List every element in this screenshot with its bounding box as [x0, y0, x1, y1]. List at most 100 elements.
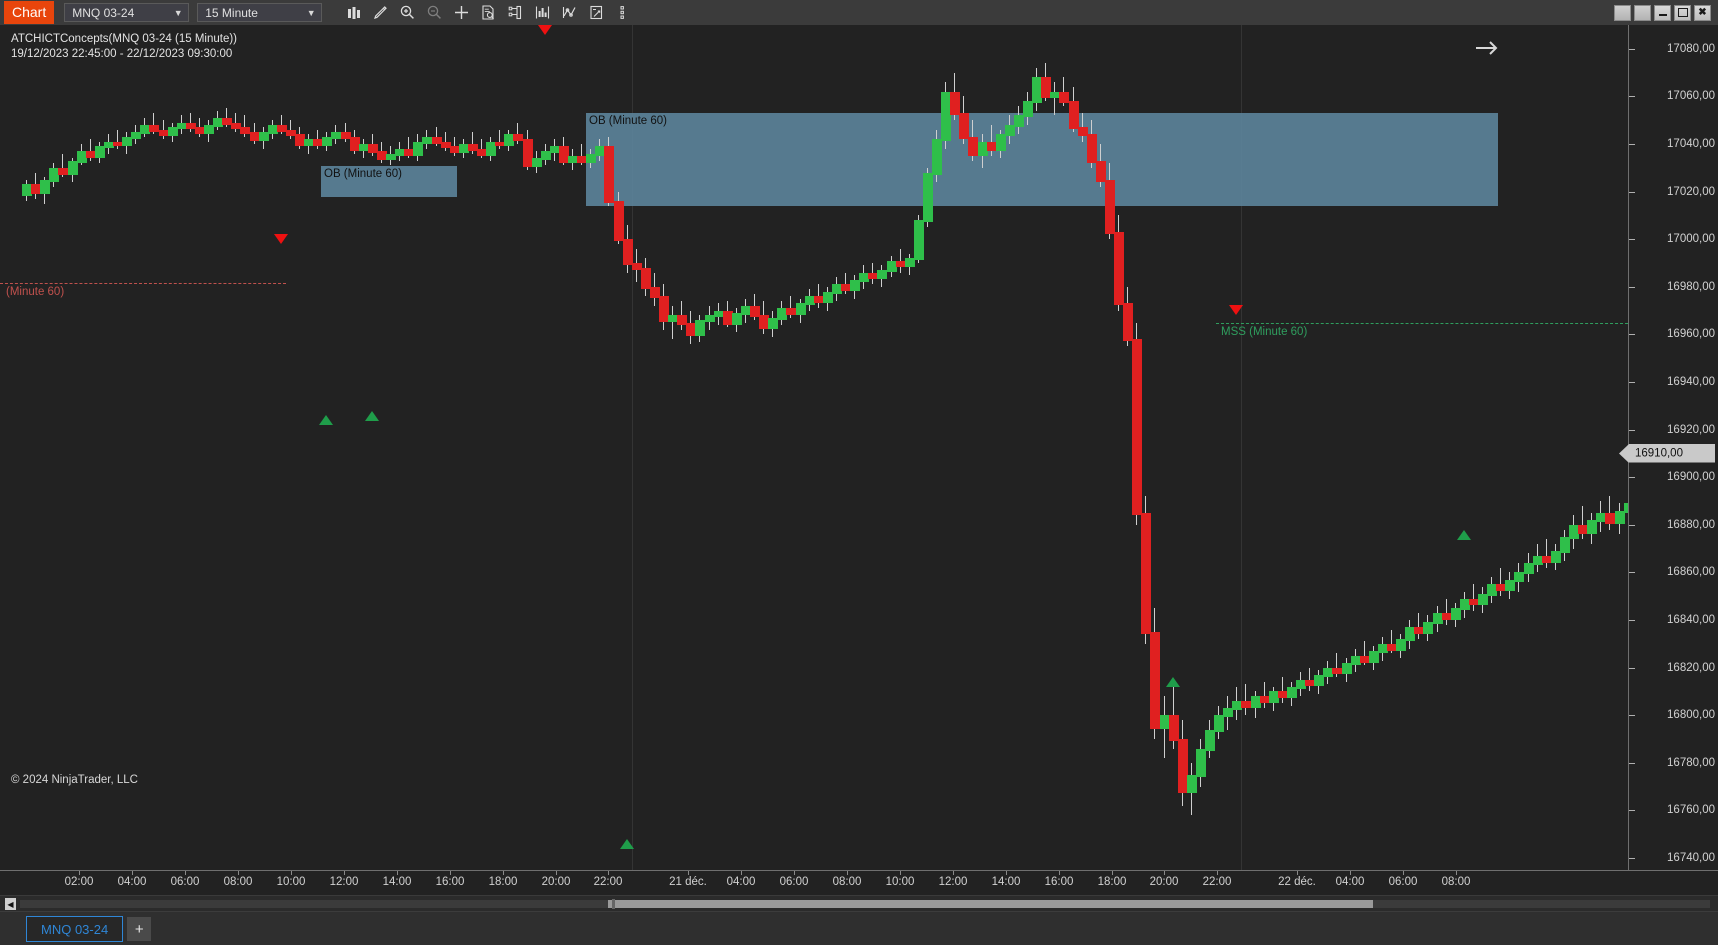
candle-body [604, 146, 614, 204]
level-minute-60-line [0, 283, 286, 284]
interval-selector[interactable]: 15 Minute ▼ [197, 3, 323, 22]
time-axis-label: 06:00 [1388, 876, 1418, 888]
candle-body [996, 134, 1006, 151]
ob-zone-right[interactable] [586, 113, 1498, 206]
candle-body [1141, 512, 1151, 634]
price-tick [1629, 429, 1635, 431]
horizontal-scrollbar[interactable]: ◀ [0, 895, 1718, 912]
time-axis-label: 16:00 [435, 876, 465, 888]
price-tick [1629, 191, 1635, 193]
price-axis-label: 17020,00 [1667, 185, 1715, 198]
zoom-out-icon[interactable] [422, 1, 447, 24]
time-tick [344, 871, 345, 875]
price-axis-label: 16860,00 [1667, 566, 1715, 579]
strategies-icon[interactable] [557, 1, 582, 24]
candle-body [40, 179, 50, 194]
time-tick [450, 871, 451, 875]
price-tick [1629, 715, 1635, 717]
time-axis-label: 04:00 [1335, 876, 1365, 888]
drawing-tools-icon[interactable] [368, 1, 393, 24]
candle-wick [1054, 82, 1055, 116]
price-tick [1629, 810, 1635, 812]
candle-body [1560, 536, 1570, 554]
more-options-icon[interactable] [611, 1, 636, 24]
candle-body [513, 134, 523, 142]
price-axis-label: 16900,00 [1667, 471, 1715, 484]
close-button[interactable]: ✖ [1694, 4, 1711, 21]
time-axis-label: 04:00 [726, 876, 756, 888]
data-series-icon[interactable] [476, 1, 501, 24]
price-axis-label: 16840,00 [1667, 614, 1715, 627]
price-axis-label: 16820,00 [1667, 661, 1715, 674]
candle-body [641, 267, 651, 289]
bullish-signal-marker [1165, 677, 1180, 688]
time-axis[interactable]: 02:00 04:00 06:00 08:00 10:00 12:00 14:00 16:00… [0, 870, 1718, 896]
bearish-signal-marker [1229, 305, 1244, 316]
chart-area: OB (Minute 60) OB (Minute 60) (Minute 60) M… [0, 25, 1718, 896]
candle-body [695, 320, 705, 337]
time-tick [503, 871, 504, 875]
time-tick [608, 871, 609, 875]
bearish-signal-marker [273, 233, 288, 244]
candle-body [1187, 774, 1197, 794]
minimize-button[interactable] [1654, 4, 1671, 21]
scroll-left-button[interactable]: ◀ [5, 898, 16, 910]
chart-app-badge[interactable]: Chart [4, 1, 55, 24]
time-axis-label: 21 déc. [669, 876, 707, 888]
time-axis-label: 22:00 [593, 876, 623, 888]
chart-panels-icon[interactable] [503, 1, 528, 24]
panel-button-2[interactable] [1634, 4, 1651, 21]
candle-body [1605, 512, 1615, 525]
level-minute-60-label: (Minute 60) [6, 286, 65, 298]
bearish-signal-marker [537, 25, 552, 35]
candle-body [1205, 729, 1215, 751]
price-axis-label: 17040,00 [1667, 138, 1715, 150]
chart-date-range: 19/12/2023 22:45:00 - 22/12/2023 09:30:0… [11, 48, 233, 60]
time-axis-label: 04:00 [117, 876, 147, 888]
price-tick [1629, 286, 1635, 288]
arrow-right-icon[interactable] [1474, 37, 1500, 59]
candle-body [331, 132, 341, 139]
chart-plot-canvas[interactable]: OB (Minute 60) OB (Minute 60) (Minute 60) M… [0, 25, 1628, 870]
time-axis-label: 08:00 [223, 876, 253, 888]
price-axis-label: 17080,00 [1667, 42, 1715, 55]
time-axis-label: 02:00 [64, 876, 94, 888]
page-title: ATCHICTConcepts(MNQ 03-24 (15 Minute)) [11, 33, 238, 45]
price-axis-label: 16960,00 [1667, 328, 1715, 341]
bar-type-icon[interactable] [341, 1, 366, 24]
tab-mnq-03-24[interactable]: MNQ 03-24 [26, 916, 124, 942]
time-tick [185, 871, 186, 875]
candle-body [1023, 101, 1033, 118]
maximize-button[interactable] [1674, 4, 1691, 21]
mss-minute-60-label: MSS (Minute 60) [1221, 326, 1308, 338]
time-tick [1112, 871, 1113, 875]
price-axis-label: 16740,00 [1667, 852, 1715, 865]
indicators-icon[interactable] [530, 1, 555, 24]
scrollbar-grip[interactable] [612, 899, 615, 909]
zoom-in-icon[interactable] [395, 1, 420, 24]
candle-body [58, 167, 68, 175]
panel-button-1[interactable] [1614, 4, 1631, 21]
candle-body [1241, 701, 1251, 708]
chevron-down-icon: ▼ [306, 7, 316, 18]
scrollbar-thumb[interactable] [608, 900, 1373, 908]
chart-trader-icon[interactable] [584, 1, 609, 24]
price-axis[interactable]: 17080,00 17060,00 17040,00 17020,00 17000,00… [1619, 25, 1718, 870]
current-price-marker: 16910,00 [1619, 443, 1715, 463]
time-tick [953, 871, 954, 875]
price-tick [1629, 144, 1635, 145]
candle-body [1196, 748, 1206, 777]
time-axis-label: 20:00 [1149, 876, 1179, 888]
add-tab-button[interactable]: + [127, 917, 152, 941]
candle-body [1132, 339, 1142, 515]
candle-body [422, 136, 432, 144]
bullish-signal-marker [364, 410, 379, 421]
candle-body [68, 160, 78, 175]
candle-body [1096, 160, 1106, 182]
instrument-selector[interactable]: MNQ 03-24 ▼ [64, 3, 190, 22]
time-axis-label: 22:00 [1202, 876, 1232, 888]
copyright-text: © 2024 NinjaTrader, LLC [11, 774, 138, 786]
price-axis-label: 17060,00 [1667, 90, 1715, 103]
crosshair-icon[interactable] [449, 1, 474, 24]
time-axis-label: 22 déc. [1278, 876, 1316, 888]
